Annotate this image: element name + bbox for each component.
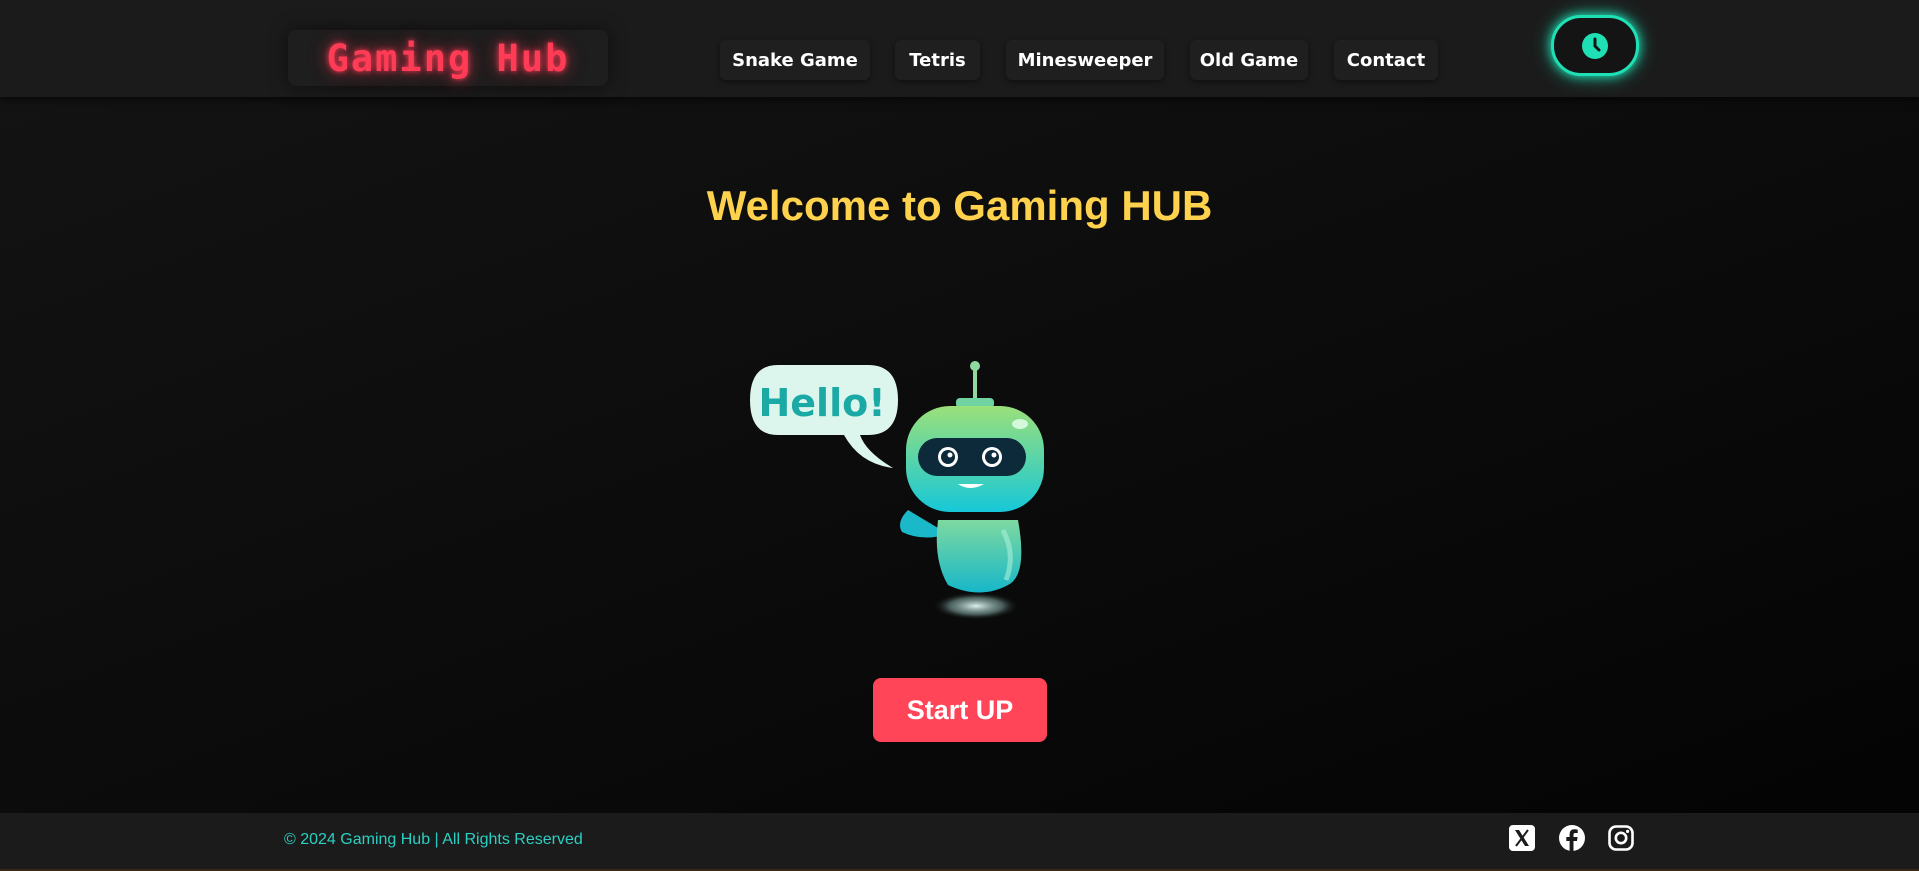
copyright-text: © 2024 Gaming Hub | All Rights Reserved: [284, 831, 583, 848]
facebook-icon[interactable]: [1558, 824, 1586, 852]
nav-item-snake-game[interactable]: Snake Game: [720, 40, 870, 80]
page: Gaming Hub Snake Game Tetris Minesweeper…: [0, 0, 1919, 871]
start-up-button[interactable]: Start UP: [873, 678, 1047, 742]
speech-bubble-text: Hello!: [758, 381, 885, 425]
page-title: Welcome to Gaming HUB: [706, 182, 1213, 229]
speech-bubble: Hello!: [750, 365, 898, 468]
instagram-icon[interactable]: [1607, 824, 1635, 852]
nav-item-contact[interactable]: Contact: [1334, 40, 1438, 80]
theme-toggle-button[interactable]: [1551, 15, 1639, 76]
nav-item-minesweeper[interactable]: Minesweeper: [1006, 40, 1164, 80]
nav-item-old-game[interactable]: Old Game: [1190, 40, 1308, 80]
clock-icon: [1582, 32, 1608, 59]
site-footer: © 2024 Gaming Hub | All Rights Reserved: [0, 813, 1919, 871]
x-twitter-icon[interactable]: [1508, 824, 1536, 852]
site-header: Gaming Hub Snake Game Tetris Minesweeper…: [0, 0, 1919, 97]
nav-item-tetris[interactable]: Tetris: [895, 40, 980, 80]
robot-illustration: Hello!: [748, 360, 1058, 625]
